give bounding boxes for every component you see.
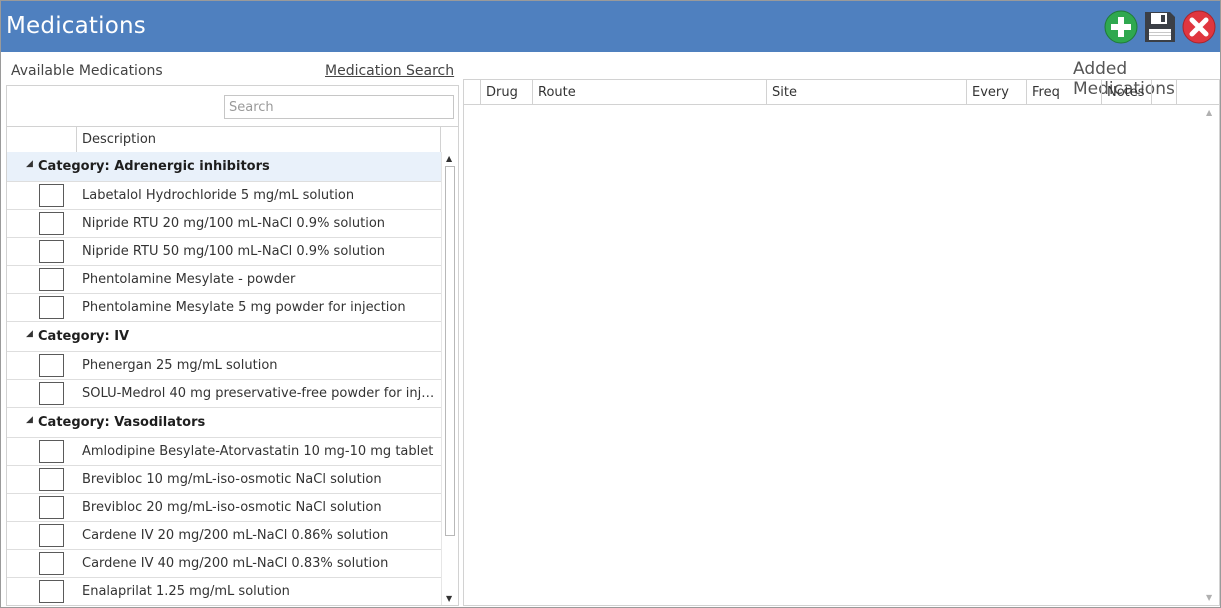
medication-row[interactable]: Brevibloc 20 mg/mL-iso-osmotic NaCl solu… [7, 494, 441, 522]
available-medications-label: Available Medications [11, 63, 163, 79]
medication-row[interactable]: Cardene IV 40 mg/200 mL-NaCl 0.83% solut… [7, 550, 441, 578]
medication-checkbox[interactable] [39, 552, 64, 575]
collapse-triangle-icon[interactable]: ◢ [26, 159, 33, 169]
grid-header: Description [7, 126, 458, 153]
medication-row[interactable]: Phentolamine Mesylate - powder [7, 266, 441, 294]
medication-checkbox[interactable] [39, 496, 64, 519]
close-circle-icon [1182, 10, 1216, 44]
close-button[interactable] [1182, 10, 1216, 44]
added-grid-header: Drug Route Site Every Freq Notes [464, 80, 1219, 105]
medication-checkbox[interactable] [39, 440, 64, 463]
medication-row[interactable]: Phenergan 25 mg/mL solution [7, 352, 441, 380]
plus-circle-icon [1104, 10, 1138, 44]
medication-checkbox[interactable] [39, 212, 64, 235]
column-header-blank[interactable] [1176, 80, 1201, 104]
category-row[interactable]: ◢ Category: Vasodilators [7, 408, 441, 438]
column-header-notes[interactable]: Notes [1101, 80, 1151, 104]
column-header-label: Drug [486, 85, 518, 100]
medication-description: Enalaprilat 1.25 mg/mL solution [82, 584, 290, 599]
category-row[interactable]: ◢ Category: Adrenergic inhibitors [7, 152, 441, 182]
medication-description: Nipride RTU 50 mg/100 mL-NaCl 0.9% solut… [82, 244, 386, 259]
column-header-route[interactable]: Route [532, 80, 766, 104]
medication-row[interactable]: Phentolamine Mesylate 5 mg powder for in… [7, 294, 441, 322]
medication-row[interactable]: Enalaprilat 1.25 mg/mL solution [7, 578, 441, 605]
medication-row[interactable]: Nipride RTU 50 mg/100 mL-NaCl 0.9% solut… [7, 238, 441, 266]
medication-description: Brevibloc 20 mg/mL-iso-osmotic NaCl solu… [82, 500, 382, 515]
window-title: Medications [6, 13, 146, 39]
medication-row[interactable]: Nipride RTU 20 mg/100 mL-NaCl 0.9% solut… [7, 210, 441, 238]
medication-description: Phenergan 25 mg/mL solution [82, 358, 278, 373]
scroll-down-icon[interactable]: ▼ [446, 594, 452, 603]
column-header-label: Freq [1032, 85, 1060, 100]
save-button[interactable] [1143, 10, 1177, 44]
column-divider [440, 127, 441, 152]
collapse-triangle-icon[interactable]: ◢ [26, 329, 33, 339]
medication-description: Phentolamine Mesylate - powder [82, 272, 296, 287]
medication-description: Phentolamine Mesylate 5 mg powder for in… [82, 300, 406, 315]
medication-checkbox[interactable] [39, 382, 64, 405]
vertical-scrollbar[interactable]: ▲ ▼ [1202, 105, 1219, 605]
medication-checkbox[interactable] [39, 184, 64, 207]
category-label: Category: Adrenergic inhibitors [38, 159, 270, 174]
scrollbar-thumb[interactable] [445, 166, 455, 536]
scroll-down-icon[interactable]: ▼ [1206, 593, 1212, 602]
medication-description: Labetalol Hydrochloride 5 mg/mL solution [82, 188, 355, 203]
column-header-blank[interactable] [1151, 80, 1176, 104]
column-header-label: Notes [1107, 85, 1145, 100]
column-header-drug[interactable]: Drug [480, 80, 532, 104]
medication-description: Nipride RTU 20 mg/100 mL-NaCl 0.9% solut… [82, 216, 386, 231]
column-header-site[interactable]: Site [766, 80, 966, 104]
added-medications-grid: Drug Route Site Every Freq Notes ▲ ▼ [463, 79, 1220, 606]
medication-row[interactable]: Labetalol Hydrochloride 5 mg/mL solution [7, 182, 441, 210]
medication-checkbox[interactable] [39, 580, 64, 603]
floppy-disk-icon [1145, 12, 1175, 42]
column-header-blank[interactable] [464, 80, 480, 104]
medication-row[interactable]: SOLU-Medrol 40 mg preservative-free powd… [7, 380, 441, 408]
scroll-up-icon[interactable]: ▲ [446, 154, 452, 163]
medication-row[interactable]: Brevibloc 10 mg/mL-iso-osmotic NaCl solu… [7, 466, 441, 494]
category-row[interactable]: ◢ Category: IV [7, 322, 441, 352]
medication-checkbox[interactable] [39, 268, 64, 291]
column-header-label: Route [538, 85, 576, 100]
medication-row[interactable]: Cardene IV 20 mg/200 mL-NaCl 0.86% solut… [7, 522, 441, 550]
medication-checkbox[interactable] [39, 524, 64, 547]
medication-checkbox[interactable] [39, 296, 64, 319]
medication-list: ◢ Category: Adrenergic inhibitors Labetalo… [7, 152, 441, 605]
medication-checkbox[interactable] [39, 354, 64, 377]
medications-window: Medications Available Medications Medica… [0, 0, 1221, 608]
medication-checkbox[interactable] [39, 240, 64, 263]
category-label: Category: Vasodilators [38, 415, 206, 430]
add-medication-button[interactable] [1104, 10, 1138, 44]
column-divider [76, 127, 77, 152]
column-header-label: Every [972, 85, 1009, 100]
title-bar: Medications [1, 1, 1220, 52]
medication-description: Amlodipine Besylate-Atorvastatin 10 mg-1… [82, 444, 434, 459]
medication-description: SOLU-Medrol 40 mg preservative-free powd… [82, 386, 439, 401]
category-label: Category: IV [38, 329, 130, 344]
vertical-scrollbar[interactable]: ▲ ▼ [441, 152, 458, 605]
medication-description: Brevibloc 10 mg/mL-iso-osmotic NaCl solu… [82, 472, 382, 487]
medication-row[interactable]: Amlodipine Besylate-Atorvastatin 10 mg-1… [7, 438, 441, 466]
column-header-freq[interactable]: Freq [1026, 80, 1101, 104]
medication-description: Cardene IV 20 mg/200 mL-NaCl 0.86% solut… [82, 528, 389, 543]
column-header-every[interactable]: Every [966, 80, 1026, 104]
column-header-label: Site [772, 85, 797, 100]
medication-search-link[interactable]: Medication Search [325, 63, 454, 79]
available-medications-grid: Description ◢ Category: Adrenergic inhibi… [6, 85, 459, 606]
scroll-up-icon[interactable]: ▲ [1206, 108, 1212, 117]
medication-description: Cardene IV 40 mg/200 mL-NaCl 0.83% solut… [82, 556, 389, 571]
medication-checkbox[interactable] [39, 468, 64, 491]
search-input[interactable] [224, 95, 454, 119]
column-header-description[interactable]: Description [82, 132, 156, 147]
collapse-triangle-icon[interactable]: ◢ [26, 415, 33, 425]
